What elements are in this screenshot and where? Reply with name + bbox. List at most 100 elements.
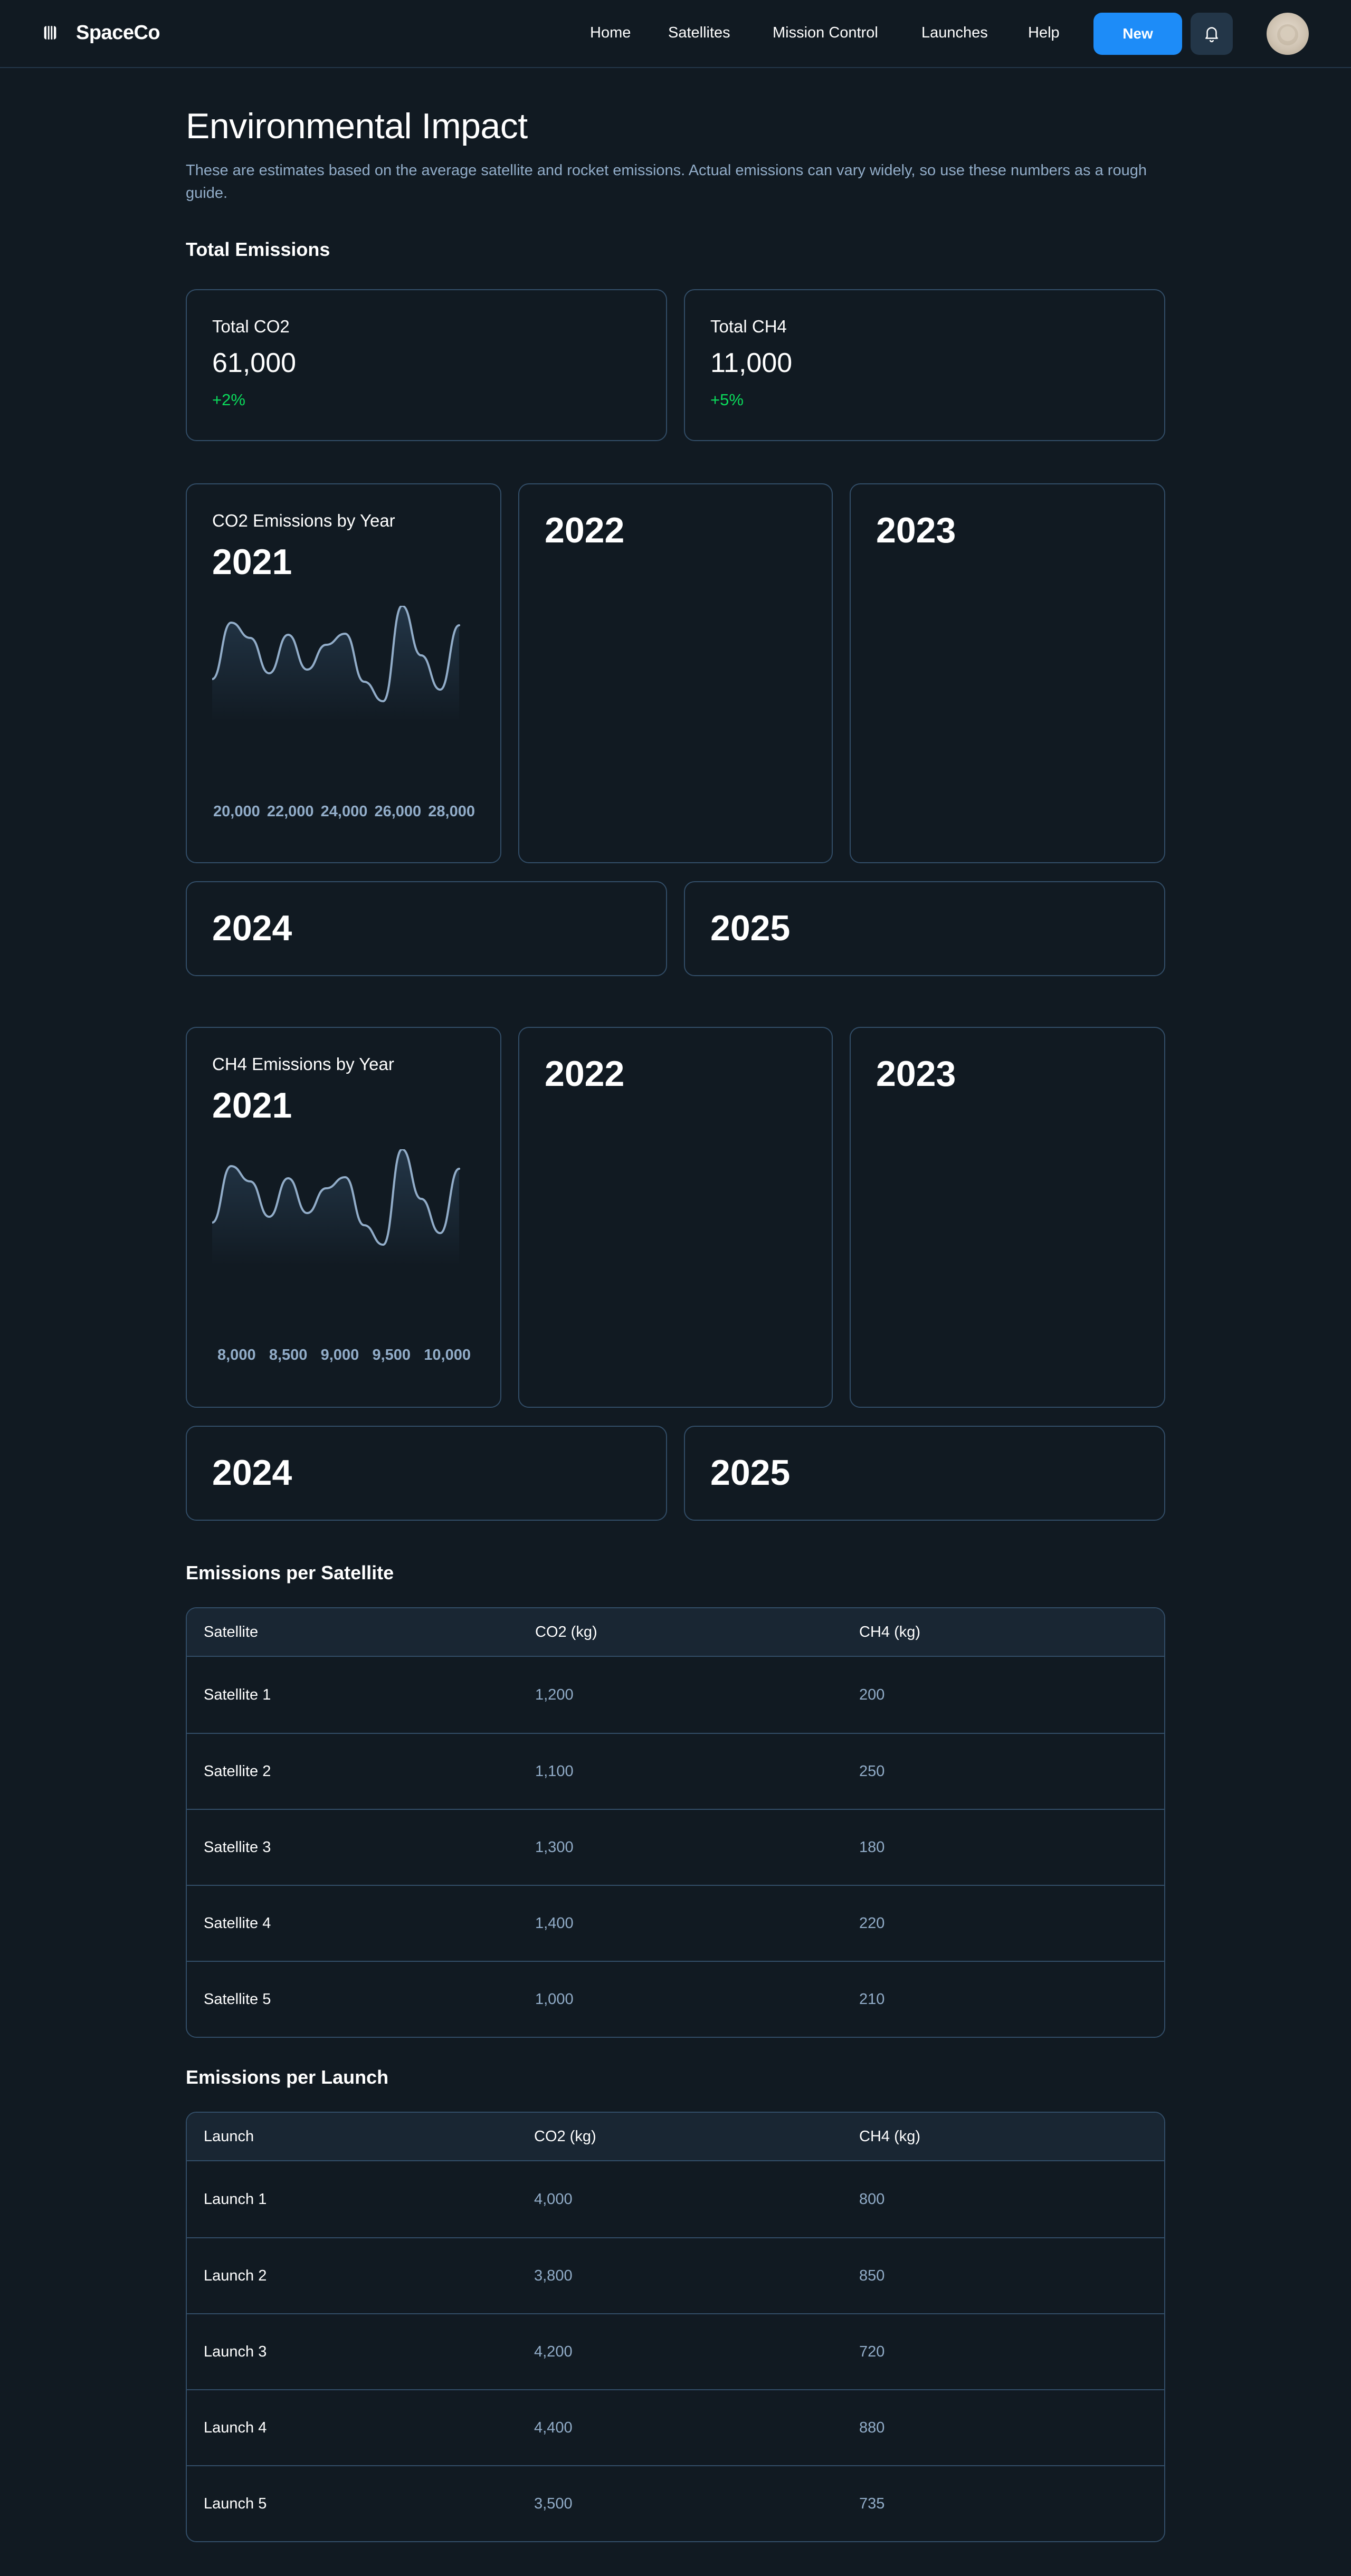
stat-value: 11,000 xyxy=(710,348,793,378)
table-row[interactable]: Launch 4 4,400 880 xyxy=(187,2389,1164,2465)
cell-ch4: 880 xyxy=(859,2419,885,2436)
co2-year-card-2025: 2025 xyxy=(684,881,1165,976)
nav-launches[interactable]: Launches xyxy=(921,24,988,42)
cell-co2: 1,200 xyxy=(535,1686,574,1703)
chart-x-ticks: 8,000 8,500 9,000 9,500 10,000 xyxy=(213,1347,475,1364)
cell-co2: 4,200 xyxy=(534,2343,573,2360)
chart-x-ticks: 20,000 22,000 24,000 26,000 28,000 xyxy=(213,803,475,820)
cell-ch4: 850 xyxy=(859,2267,885,2284)
page-description: These are estimates based on the average… xyxy=(186,162,1147,202)
chart-label: CH4 Emissions by Year xyxy=(212,1054,394,1074)
cell-co2: 1,300 xyxy=(535,1838,574,1856)
chart-year: 2024 xyxy=(212,1453,292,1493)
cell-satellite: Satellite 2 xyxy=(204,1762,271,1780)
new-button[interactable]: New xyxy=(1093,13,1182,55)
page-title: Environmental Impact xyxy=(186,106,528,146)
launch-table-heading: Emissions per Launch xyxy=(186,2066,389,2088)
chart-year: 2025 xyxy=(710,908,791,948)
stat-label: Total CH4 xyxy=(710,317,787,336)
column-header: CO2 (kg) xyxy=(534,2127,596,2145)
stat-label: Total CO2 xyxy=(212,317,290,336)
co2-sparkline xyxy=(212,606,460,722)
bell-icon xyxy=(1205,27,1218,43)
cell-satellite: Satellite 5 xyxy=(204,1990,271,2008)
logo-icon xyxy=(44,26,56,40)
tick-label: 26,000 xyxy=(374,803,422,820)
table-row[interactable]: Satellite 4 1,400 220 xyxy=(187,1885,1164,1961)
cell-satellite: Satellite 4 xyxy=(204,1914,271,1932)
column-header: CH4 (kg) xyxy=(859,1623,921,1640)
cell-launch: Launch 3 xyxy=(204,2343,267,2360)
cell-co2: 1,100 xyxy=(535,1762,574,1780)
tick-label: 9,000 xyxy=(320,1347,359,1363)
cell-co2: 4,000 xyxy=(534,2190,573,2208)
table-header: Launch CO2 (kg) CH4 (kg) xyxy=(187,2113,1164,2161)
nav-satellites[interactable]: Satellites xyxy=(668,24,730,42)
co2-year-card-2024: 2024 xyxy=(186,881,667,976)
co2-year-card-2022: 2022 xyxy=(518,483,833,863)
column-header: Launch xyxy=(204,2127,254,2145)
brand[interactable]: SpaceCo xyxy=(41,21,160,44)
tick-label: 28,000 xyxy=(428,803,475,820)
tick-label: 8,000 xyxy=(217,1347,256,1363)
ch4-year-card-2025: 2025 xyxy=(684,1426,1165,1521)
column-header: CH4 (kg) xyxy=(859,2127,921,2145)
cell-launch: Launch 4 xyxy=(204,2419,267,2436)
table-row[interactable]: Satellite 3 1,300 180 xyxy=(187,1809,1164,1885)
cell-ch4: 250 xyxy=(859,1762,885,1780)
total-emissions-heading: Total Emissions xyxy=(186,238,330,260)
column-header: CO2 (kg) xyxy=(535,1623,597,1640)
sparkline-area xyxy=(212,1149,459,1265)
table-row[interactable]: Satellite 1 1,200 200 xyxy=(187,1657,1164,1733)
nav-mission-control[interactable]: Mission Control xyxy=(773,24,878,42)
cell-co2: 1,400 xyxy=(535,1914,574,1932)
user-avatar-icon xyxy=(1277,24,1298,45)
tick-label: 24,000 xyxy=(320,803,368,820)
table-row[interactable]: Satellite 5 1,000 210 xyxy=(187,1961,1164,2037)
cell-launch: Launch 1 xyxy=(204,2190,267,2208)
ch4-year-card-2021: CH4 Emissions by Year 2021 8,000 8,500 9… xyxy=(186,1027,501,1408)
avatar[interactable] xyxy=(1267,13,1309,55)
ch4-year-card-2024: 2024 xyxy=(186,1426,667,1521)
nav-help[interactable]: Help xyxy=(1028,24,1060,42)
sparkline-area xyxy=(212,606,459,722)
cell-co2: 3,500 xyxy=(534,2495,573,2512)
cell-ch4: 180 xyxy=(859,1838,885,1856)
notifications-button[interactable] xyxy=(1191,13,1233,55)
chart-year: 2023 xyxy=(876,510,956,550)
stat-change: +5% xyxy=(710,390,744,409)
table-row[interactable]: Satellite 2 1,100 250 xyxy=(187,1733,1164,1809)
nav-home[interactable]: Home xyxy=(590,24,631,42)
table-row[interactable]: Launch 2 3,800 850 xyxy=(187,2237,1164,2313)
cell-satellite: Satellite 3 xyxy=(204,1838,271,1856)
chart-year: 2024 xyxy=(212,908,292,948)
co2-year-card-2021: CO2 Emissions by Year 2021 20,000 22,000… xyxy=(186,483,501,863)
cell-co2: 3,800 xyxy=(534,2267,573,2284)
table-row[interactable]: Launch 1 4,000 800 xyxy=(187,2161,1164,2237)
tick-label: 20,000 xyxy=(213,803,260,820)
co2-year-card-2023: 2023 xyxy=(850,483,1165,863)
launch-emissions-table: Launch CO2 (kg) CH4 (kg) Launch 1 4,000 … xyxy=(186,2112,1165,2542)
table-row[interactable]: Launch 5 3,500 735 xyxy=(187,2465,1164,2541)
satellite-table-heading: Emissions per Satellite xyxy=(186,1562,394,1583)
cell-ch4: 720 xyxy=(859,2343,885,2360)
cell-co2: 4,400 xyxy=(534,2419,573,2436)
chart-year: 2025 xyxy=(710,1453,791,1493)
chart-year: 2022 xyxy=(545,1054,625,1094)
table-row[interactable]: Launch 3 4,200 720 xyxy=(187,2313,1164,2389)
cell-co2: 1,000 xyxy=(535,1990,574,2008)
satellite-emissions-table: Satellite CO2 (kg) CH4 (kg) Satellite 1 … xyxy=(186,1607,1165,2038)
cell-ch4: 210 xyxy=(859,1990,885,2008)
chart-year: 2021 xyxy=(212,542,292,582)
column-header: Satellite xyxy=(204,1623,259,1640)
chart-year: 2023 xyxy=(876,1054,956,1094)
cell-satellite: Satellite 1 xyxy=(204,1686,271,1703)
ch4-year-card-2022: 2022 xyxy=(518,1027,833,1408)
top-navbar: SpaceCo Home Satellites Mission Control … xyxy=(0,0,1351,68)
tick-label: 9,500 xyxy=(372,1347,411,1363)
stat-change: +2% xyxy=(212,390,245,409)
brand-name: SpaceCo xyxy=(76,21,160,44)
cell-launch: Launch 2 xyxy=(204,2267,267,2284)
cell-ch4: 800 xyxy=(859,2190,885,2208)
cell-ch4: 200 xyxy=(859,1686,885,1703)
